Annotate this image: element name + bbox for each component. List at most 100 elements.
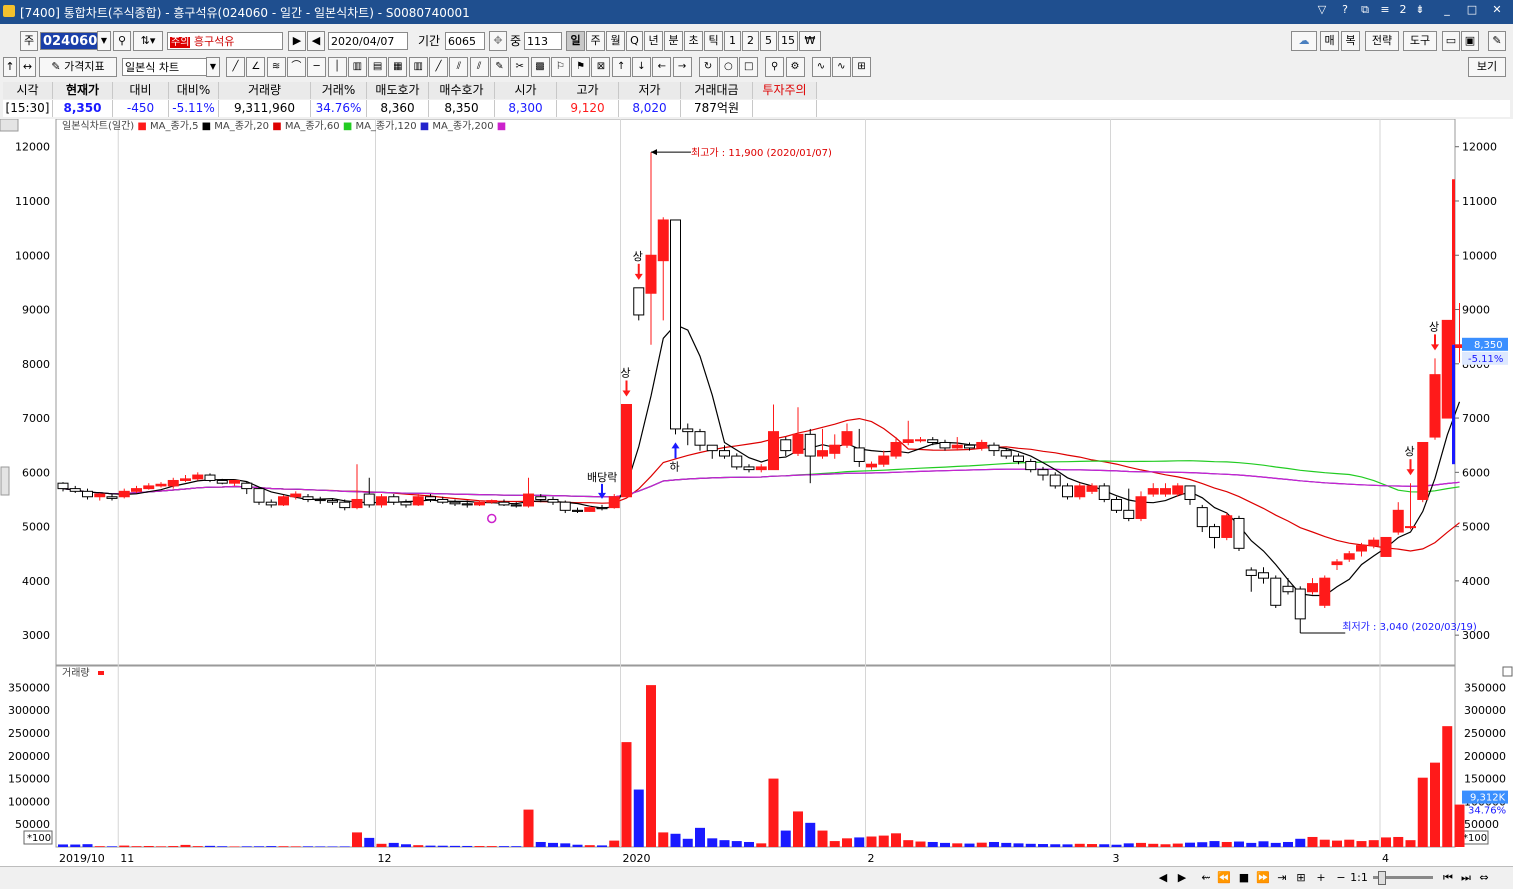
link-icon[interactable]: ⧉ xyxy=(1356,3,1374,19)
color-icon[interactable]: ▩ xyxy=(530,57,550,77)
period-button-10[interactable]: 5 xyxy=(760,31,777,51)
last-volume-percent: 34.76% xyxy=(1468,806,1506,817)
period-button-12[interactable]: ₩ xyxy=(799,31,821,51)
count-input[interactable]: 113 xyxy=(524,32,562,50)
arrow-down-icon[interactable]: ↓ xyxy=(632,57,651,77)
arrow-up-icon[interactable]: ↑ xyxy=(611,57,631,77)
period-button-1[interactable]: 주 xyxy=(586,31,605,51)
collapse-up-icon[interactable]: ↑ xyxy=(3,57,17,77)
close-icon[interactable]: ✕ xyxy=(1488,3,1506,19)
scroll-right-icon[interactable]: ▶ xyxy=(1174,870,1190,886)
period-input[interactable]: 6065 xyxy=(445,32,485,50)
fibonacci-icon[interactable]: ≋ xyxy=(266,57,286,77)
menu-icon[interactable]: ⇟ xyxy=(1411,3,1429,19)
jump-end-icon[interactable]: ⇥ xyxy=(1274,870,1290,886)
stop-icon[interactable]: ■ xyxy=(1236,870,1252,886)
restore-icon[interactable]: ▽ xyxy=(1313,3,1331,19)
rotate-icon[interactable]: ↻ xyxy=(698,57,718,77)
trade-button[interactable]: 매 xyxy=(1320,31,1339,51)
angle-icon[interactable]: ∠ xyxy=(246,57,266,77)
pin-icon[interactable]: ≡ xyxy=(1376,3,1394,19)
expand-width-icon[interactable]: ↔ xyxy=(19,57,36,77)
rewind-icon[interactable]: ⏪ xyxy=(1216,870,1232,886)
pen-icon[interactable]: ✎ xyxy=(489,57,509,77)
jong-button[interactable]: 주 xyxy=(20,31,38,51)
scroll-expand-icon[interactable]: ⇔ xyxy=(1476,870,1492,886)
period-button-11[interactable]: 15 xyxy=(778,31,798,51)
arc-icon[interactable]: ⌒ xyxy=(286,57,306,77)
search-icon[interactable]: ⚲ xyxy=(113,31,131,51)
cloud-icon[interactable]: ☁ xyxy=(1291,31,1317,51)
maximize-icon[interactable]: □ xyxy=(1463,3,1481,19)
stock-name-field[interactable]: 주의 흥구석유 xyxy=(167,32,283,50)
view-button[interactable]: 보기 xyxy=(1468,57,1506,77)
trendline-icon[interactable]: ╱ xyxy=(226,57,245,77)
code-dropdown-icon[interactable]: ▼ xyxy=(97,31,111,51)
chart-type-dropdown-icon[interactable]: ▼ xyxy=(206,57,220,77)
save-icon[interactable]: ▣ xyxy=(1461,31,1479,51)
candle-body xyxy=(1000,450,1012,457)
period-button-9[interactable]: 2 xyxy=(742,31,759,51)
period-button-0[interactable]: 일 xyxy=(566,31,585,51)
price-indicator-button[interactable]: ✎ 가격지표 xyxy=(39,57,117,77)
volume-bar xyxy=(1430,762,1440,847)
multi-button[interactable]: 복 xyxy=(1341,31,1360,51)
period-button-8[interactable]: 1 xyxy=(724,31,741,51)
screen-number-icon[interactable]: 2 xyxy=(1394,3,1412,19)
candle-body xyxy=(94,493,106,498)
horizontal-line-icon[interactable]: ─ xyxy=(307,57,327,77)
quote-header-7: 매수호가 xyxy=(429,82,495,99)
arrow-left-icon[interactable]: ← xyxy=(652,57,672,77)
flag-up-icon[interactable]: ⚐ xyxy=(550,57,570,77)
date-input[interactable]: 2020/04/07 xyxy=(328,32,408,50)
period-button-5[interactable]: 분 xyxy=(664,31,683,51)
zoom-out-icon[interactable]: − xyxy=(1333,870,1349,886)
wave-1-icon[interactable]: ∿ xyxy=(811,57,831,77)
cycle-icon[interactable]: ▦ xyxy=(388,57,408,77)
open-folder-icon[interactable]: ▭ xyxy=(1442,31,1460,51)
fast-back-icon[interactable]: ⇜ xyxy=(1198,870,1214,886)
magnify-icon[interactable]: ⚲ xyxy=(765,57,785,77)
zoom-slider-thumb[interactable] xyxy=(1378,871,1386,885)
next-stock-icon[interactable]: ▶ xyxy=(288,31,306,51)
period-button-7[interactable]: 틱 xyxy=(704,31,723,51)
candle-body xyxy=(302,496,314,500)
chart-svg[interactable]: 2019/10 11 12 2020 2 3 43000 30004000 40005000 50… xyxy=(0,118,1513,877)
help-icon[interactable]: ? xyxy=(1336,3,1354,19)
period-button-4[interactable]: 년 xyxy=(644,31,663,51)
erase-all-icon[interactable]: ⊠ xyxy=(591,57,611,77)
wave-2-icon[interactable]: ∿ xyxy=(831,57,851,77)
arrow-right-icon[interactable]: → xyxy=(672,57,692,77)
rectangle-icon[interactable]: □ xyxy=(739,57,759,77)
zoom-fit-icon[interactable]: ⊞ xyxy=(1293,870,1309,886)
circle-icon[interactable]: ○ xyxy=(718,57,738,77)
price-grid-icon[interactable]: ▤ xyxy=(368,57,388,77)
fast-forward-icon[interactable]: ⏩ xyxy=(1255,870,1271,886)
settings-wrench-icon[interactable]: ✎ xyxy=(1488,31,1506,51)
sort-dropdown-icon[interactable]: ⇅▾ xyxy=(133,31,163,51)
eraser-icon[interactable]: ✂ xyxy=(510,57,530,77)
minimize-icon[interactable]: _ xyxy=(1438,3,1456,19)
screen-icon[interactable]: ⊞ xyxy=(852,57,872,77)
first-page-icon[interactable]: ⏮ xyxy=(1440,870,1456,886)
period-button-3[interactable]: Q xyxy=(626,31,643,51)
time-grid-icon[interactable]: ▥ xyxy=(347,57,367,77)
zoom-in-icon[interactable]: + xyxy=(1313,870,1329,886)
tools-button[interactable]: 도구 xyxy=(1403,31,1437,51)
period-button-6[interactable]: 초 xyxy=(684,31,703,51)
period-lock-icon[interactable]: ✥ xyxy=(489,31,507,51)
flag-down-icon[interactable]: ⚑ xyxy=(571,57,591,77)
strategy-button[interactable]: 전략 xyxy=(1365,31,1399,51)
channel-icon[interactable]: ⫽ xyxy=(469,57,489,77)
scroll-left-icon[interactable]: ◀ xyxy=(1153,870,1173,886)
grid-icon[interactable]: ▥ xyxy=(408,57,428,77)
period-button-2[interactable]: 월 xyxy=(606,31,625,51)
last-page-icon[interactable]: ⏭ xyxy=(1458,870,1474,886)
volume-bar xyxy=(1246,842,1257,847)
parallel-icon[interactable]: ⫽ xyxy=(449,57,469,77)
ray-icon[interactable]: ╱ xyxy=(429,57,448,77)
config-icon[interactable]: ⚙ xyxy=(785,57,805,77)
price-chart-area[interactable]: 2019/10 11 12 2020 2 3 4 3000 3000 4000 4000 5000 50… xyxy=(0,118,1513,877)
vertical-line-icon[interactable]: │ xyxy=(327,57,347,77)
prev-stock-icon[interactable]: ◀ xyxy=(307,31,325,51)
